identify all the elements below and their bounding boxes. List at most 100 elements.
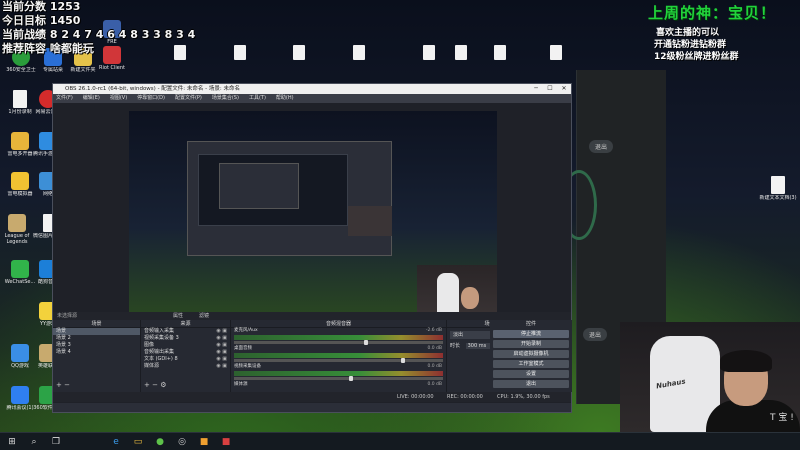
thumb-person <box>461 287 479 309</box>
menu-view[interactable]: 视图(V) <box>110 94 127 103</box>
meeting-icon <box>11 386 29 404</box>
volume-fader[interactable] <box>234 340 443 345</box>
source-label: 图像 <box>144 342 155 348</box>
scene-controls: + − <box>56 381 70 389</box>
sources-dock-title: 来源 <box>141 320 230 328</box>
menu-help[interactable]: 帮助(H) <box>276 94 294 103</box>
menu-profile[interactable]: 配置文件(P) <box>175 94 202 103</box>
properties-tab[interactable]: 属性 <box>173 312 183 320</box>
source-label: 音频输出采集 <box>144 349 175 355</box>
studio-mode-button[interactable]: 工作室模式 <box>493 360 569 368</box>
search-icon[interactable]: ⌕ <box>28 436 40 448</box>
menu-docks[interactable]: 停靠窗口(D) <box>137 94 165 103</box>
document-icon[interactable] <box>423 45 435 60</box>
filters-tab[interactable]: 滤镜 <box>199 312 209 320</box>
eye-lock-icon[interactable]: ◉ ▣ <box>216 342 227 349</box>
remove-icon[interactable]: − <box>152 381 158 389</box>
duration-label: 时长 <box>450 343 461 349</box>
source-item[interactable]: 视频采集设备 3 ◉ ▣ <box>141 335 230 342</box>
mixer-channel: 媒体源 0.0 dB <box>231 382 446 388</box>
source-label: 视频采集设备 3 <box>144 335 179 341</box>
menu-edit[interactable]: 编辑(E) <box>83 94 100 103</box>
source-toolbar: 未选择源 属性 滤镜 <box>53 312 571 320</box>
edge-icon[interactable]: e <box>110 436 122 448</box>
scene-item[interactable]: 场景 2 <box>53 335 140 342</box>
maximize-icon[interactable]: ☐ <box>543 84 557 94</box>
channel-label: 麦克风/Aux <box>234 328 258 333</box>
desktop-icon-lol[interactable]: League of Legends <box>1 214 33 245</box>
volume-fader[interactable] <box>234 376 443 381</box>
obs-window[interactable]: OBS 26.1.0-rc1 (64-bit, windows) - 配置文件:… <box>52 83 572 413</box>
menu-scene-collection[interactable]: 场景集合(S) <box>212 94 239 103</box>
document-icon[interactable] <box>455 45 467 60</box>
exit-button[interactable]: 退出 <box>589 140 614 153</box>
app-icon <box>11 132 29 150</box>
add-icon[interactable]: + <box>144 381 150 389</box>
source-item[interactable]: 图像 ◉ ▣ <box>141 342 230 349</box>
fader-handle[interactable] <box>401 358 406 363</box>
gear-icon[interactable]: ⚙ <box>160 381 166 389</box>
source-label: 媒体源 <box>144 363 160 369</box>
source-label: 音频输入采集 <box>144 328 175 334</box>
start-recording-button[interactable]: 开始录制 <box>493 340 569 348</box>
qq-game-icon <box>11 344 29 362</box>
settings-button[interactable]: 退出 <box>583 328 608 341</box>
webcam-feed: Nuhaus T 宝 ! <box>620 322 800 432</box>
nested-webcam-thumb <box>348 206 392 236</box>
start-icon[interactable]: ⊞ <box>6 436 18 448</box>
match-record: 当前战绩 8 2 4 7 4 6 4 8 3 3 8 3 4 <box>2 28 196 41</box>
eye-lock-icon[interactable]: ◉ ▣ <box>216 356 227 363</box>
eye-lock-icon[interactable]: ◉ ▣ <box>216 335 227 342</box>
virtual-camera-button[interactable]: 启动虚拟摄像机 <box>493 350 569 358</box>
controls-title: 控件 <box>525 321 536 327</box>
app-orange-icon[interactable]: ■ <box>198 436 210 448</box>
daily-target: 今日目标 1450 <box>2 14 81 27</box>
obs-titlebar[interactable]: OBS 26.1.0-rc1 (64-bit, windows) - 配置文件:… <box>53 84 571 94</box>
source-item[interactable]: 音频输入采集 ◉ ▣ <box>141 328 230 335</box>
audio-mixer-dock: 音频混音器 麦克风/Aux -2.6 dB 桌面音频 0.0 dB 视频采集设备 0.… <box>231 320 447 392</box>
channel-label: 媒体源 <box>234 382 248 387</box>
recommended-lineup: 推荐阵容 啥都能玩 <box>2 42 94 55</box>
mini-overlay-text <box>423 115 483 145</box>
channel-db: 0.0 dB <box>427 346 442 351</box>
menu-tools[interactable]: 工具(T) <box>249 94 266 103</box>
scenes-dock-title: 场景 <box>53 320 140 328</box>
eye-lock-icon[interactable]: ◉ ▣ <box>216 349 227 356</box>
app-green-icon[interactable]: ● <box>154 436 166 448</box>
obs-icon[interactable]: ◎ <box>176 436 188 448</box>
minimize-icon[interactable]: ─ <box>529 84 543 94</box>
eye-lock-icon[interactable]: ◉ ▣ <box>216 363 227 370</box>
document-icon[interactable] <box>353 45 365 60</box>
desktop-icon-new-text-doc[interactable]: 新建文本文档(3) <box>758 176 798 201</box>
scene-item[interactable]: 场景 3 <box>53 342 140 349</box>
eye-lock-icon[interactable]: ◉ ▣ <box>216 328 227 335</box>
menu-file[interactable]: 文件(F) <box>56 94 73 103</box>
source-item[interactable]: 音频输出采集 ◉ ▣ <box>141 349 230 356</box>
settings-button[interactable]: 设置 <box>493 370 569 378</box>
stop-streaming-button[interactable]: 停止推流 <box>493 330 569 338</box>
scene-item[interactable]: 场景 <box>53 328 140 335</box>
scene-item[interactable]: 场景 4 <box>53 349 140 356</box>
app-icon <box>11 172 29 190</box>
remove-icon[interactable]: − <box>64 381 70 389</box>
add-icon[interactable]: + <box>56 381 62 389</box>
volume-fader[interactable] <box>234 358 443 363</box>
source-item[interactable]: 媒体源 ◉ ▣ <box>141 363 230 370</box>
document-icon[interactable] <box>293 45 305 60</box>
source-item[interactable]: 文本 (GDI+) 8 ◉ ▣ <box>141 356 230 363</box>
overlay-line-1: 喜欢主播的可以 <box>656 28 720 38</box>
nested-preview-inner <box>219 163 299 209</box>
document-icon[interactable] <box>494 45 506 60</box>
task-view-icon[interactable]: ❐ <box>50 436 62 448</box>
fader-handle[interactable] <box>363 340 368 345</box>
document-icon[interactable] <box>234 45 246 60</box>
app-red-icon[interactable]: ■ <box>220 436 232 448</box>
close-icon[interactable]: ✕ <box>557 84 571 94</box>
overlay-line-3: 12级粉丝牌进粉丝群 <box>654 52 739 62</box>
exit-button[interactable]: 退出 <box>493 380 569 388</box>
recursive-preview-canvas <box>129 111 497 323</box>
document-icon[interactable] <box>550 45 562 60</box>
fader-handle[interactable] <box>348 376 353 381</box>
folder-icon[interactable]: ▭ <box>132 436 144 448</box>
live-timer: LIVE: 00:00:00 <box>397 394 434 400</box>
